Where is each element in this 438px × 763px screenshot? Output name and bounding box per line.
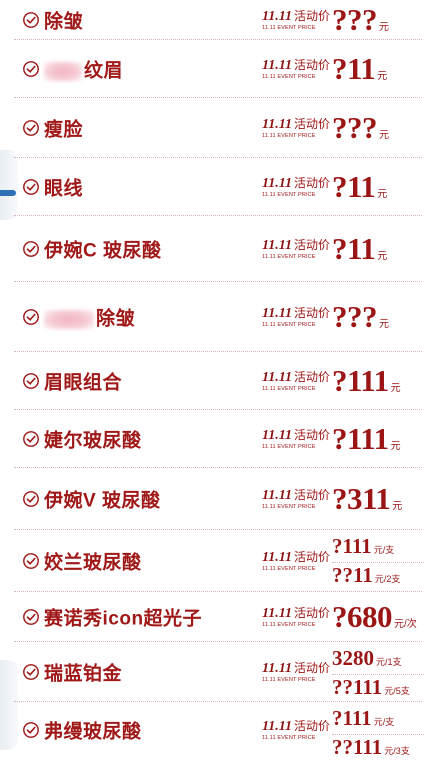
event-cn: 活动价 <box>293 9 330 23</box>
event-price-label: 11.11 活动价 11.11 EVENT PRICE <box>262 488 330 510</box>
event-price-label: 11.11 活动价 11.11 EVENT PRICE <box>262 719 330 741</box>
check-circle-icon <box>23 664 39 680</box>
price-option: ?111 元/支 <box>332 706 395 730</box>
item-price: ?111 元 <box>332 363 401 398</box>
item-name: 眼线 <box>44 178 84 200</box>
price-row: 除皱 11.11 活动价 11.11 EVENT PRICE ??? 元 <box>14 0 422 40</box>
price-option: 3280 元/1支 <box>332 646 402 670</box>
check-circle-icon <box>23 61 39 77</box>
check-circle-icon <box>23 609 39 625</box>
item-price: ?111 元 <box>332 421 401 456</box>
item-name: 伊婉V 玻尿酸 <box>44 490 161 512</box>
item-price-options: 3280 元/1支 ??111 元/5支 <box>332 646 424 703</box>
check-circle-icon <box>23 373 39 389</box>
item-price-options: ?111 元/支 ??11 元/2支 <box>332 534 424 591</box>
event-price-label: 11.11 活动价 11.11 EVENT PRICE <box>262 550 330 572</box>
item-name: 除皱 <box>44 304 135 331</box>
event-price-label: 11.11 活动价 11.11 EVENT PRICE <box>262 9 330 31</box>
price-row: 弗缦玻尿酸 11.11 活动价 11.11 EVENT PRICE ?111 元/支… <box>14 702 424 759</box>
event-price-label: 11.11 活动价 11.11 EVENT PRICE <box>262 428 330 450</box>
check-circle-icon <box>23 120 39 136</box>
event-price-label: 11.11 活动价 11.11 EVENT PRICE <box>262 58 330 80</box>
event-price-label: 11.11 活动价 11.11 EVENT PRICE <box>262 661 330 683</box>
price-row: 眉眼组合 11.11 活动价 11.11 EVENT PRICE ?111 元 <box>14 352 422 410</box>
item-price: ??? 元 <box>332 2 389 37</box>
check-circle-icon <box>23 722 39 738</box>
item-name: 婕尔玻尿酸 <box>44 430 142 452</box>
event-price-label: 11.11 活动价 11.11 EVENT PRICE <box>262 238 330 260</box>
item-name: 瑞蓝铂金 <box>44 663 123 685</box>
price-row: 姣兰玻尿酸 11.11 活动价 11.11 EVENT PRICE ?111 元/支… <box>14 530 424 592</box>
item-name: 弗缦玻尿酸 <box>44 721 142 743</box>
check-circle-icon <box>23 241 39 257</box>
item-price: ?11 元 <box>332 231 388 266</box>
item-price: ?680 元/次 <box>332 599 417 634</box>
blurred-text <box>44 61 82 82</box>
event-en: 11.11 EVENT PRICE <box>262 25 316 31</box>
price-option: ??11 元/2支 <box>332 563 401 587</box>
check-circle-icon <box>23 179 39 195</box>
event-price-label: 11.11 活动价 11.11 EVENT PRICE <box>262 370 330 392</box>
item-price: ?11 元 <box>332 169 388 204</box>
item-name: 姣兰玻尿酸 <box>44 552 142 574</box>
price-row: 纹眉 11.11 活动价 11.11 EVENT PRICE ?11 元 <box>14 40 422 98</box>
price-option: ??111 元/3支 <box>332 735 410 759</box>
item-name: 纹眉 <box>44 56 123 83</box>
price-row: 伊婉V 玻尿酸 11.11 活动价 11.11 EVENT PRICE ?311 元 <box>14 468 422 530</box>
price-row: 瘦脸 11.11 活动价 11.11 EVENT PRICE ??? 元 <box>14 98 422 158</box>
price-option: ??111 元/5支 <box>332 675 410 699</box>
item-name: 除皱 <box>44 11 84 33</box>
event-price-label: 11.11 活动价 11.11 EVENT PRICE <box>262 606 330 628</box>
price-row: 瑞蓝铂金 11.11 活动价 11.11 EVENT PRICE 3280 元/1支… <box>14 642 424 703</box>
item-name: 瘦脸 <box>44 119 84 141</box>
item-name: 赛诺秀icon超光子 <box>44 608 203 630</box>
event-price-label: 11.11 活动价 11.11 EVENT PRICE <box>262 117 330 139</box>
event-price-label: 11.11 活动价 11.11 EVENT PRICE <box>262 176 330 198</box>
event-date: 11.11 <box>262 9 292 24</box>
item-name: 伊婉C 玻尿酸 <box>44 240 162 262</box>
item-name: 眉眼组合 <box>44 372 123 394</box>
price-row: 除皱 11.11 活动价 11.11 EVENT PRICE ??? 元 <box>14 282 422 352</box>
blurred-text <box>44 309 94 330</box>
item-price: ??? 元 <box>332 299 389 334</box>
item-price: ?11 元 <box>332 51 388 86</box>
check-circle-icon <box>23 491 39 507</box>
check-circle-icon <box>23 431 39 447</box>
item-price: ??? 元 <box>332 110 389 145</box>
check-circle-icon <box>23 309 39 325</box>
price-row: 眼线 11.11 活动价 11.11 EVENT PRICE ?11 元 <box>14 158 422 216</box>
item-price: ?311 元 <box>332 481 403 516</box>
price-row: 伊婉C 玻尿酸 11.11 活动价 11.11 EVENT PRICE ?11 元 <box>14 216 422 282</box>
price-row: 婕尔玻尿酸 11.11 活动价 11.11 EVENT PRICE ?111 元 <box>14 410 422 468</box>
price-row: 赛诺秀icon超光子 11.11 活动价 11.11 EVENT PRICE ?6… <box>14 592 422 642</box>
event-price-label: 11.11 活动价 11.11 EVENT PRICE <box>262 306 330 328</box>
check-circle-icon <box>23 12 39 28</box>
check-circle-icon <box>23 553 39 569</box>
price-option: ?111 元/支 <box>332 534 395 558</box>
item-price-options: ?111 元/支 ??111 元/3支 <box>332 706 424 763</box>
